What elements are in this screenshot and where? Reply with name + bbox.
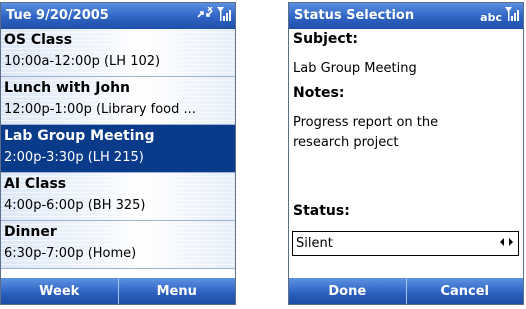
softkey-bar: Done Cancel [289, 278, 523, 304]
appointment-subject: Lunch with John [4, 80, 131, 96]
notes-line-1: Progress report on the [293, 115, 439, 130]
subject-label: Subject: [293, 31, 358, 47]
status-select-value: Silent [296, 236, 333, 251]
menu-softkey[interactable]: Menu [117, 278, 236, 304]
appointment-item-lunch[interactable]: Lunch with John 12:00p-1:00p (Library fo… [1, 77, 235, 125]
appointment-list: OS Class 10:00a-12:00p (LH 102) Lunch wi… [1, 29, 235, 278]
appointment-subject: OS Class [4, 32, 73, 48]
appointment-time: 12:00p-1:00p (Library food ... [4, 102, 196, 117]
status-form: Subject: Lab Group Meeting Notes: Progre… [289, 29, 523, 278]
appointment-subject: Lab Group Meeting [4, 128, 155, 144]
appointment-subject: Dinner [4, 224, 57, 240]
input-mode-indicator[interactable]: abc [480, 11, 502, 25]
status-selection-title: Status Selection [294, 8, 415, 23]
appointment-item-os-class[interactable]: OS Class 10:00a-12:00p (LH 102) [1, 29, 235, 77]
status-title-bar: Status Selection abc [289, 3, 523, 29]
appointment-item-lab-group-meeting[interactable]: Lab Group Meeting 2:00p-3:30p (LH 215) [1, 125, 235, 173]
status-spinner-arrows[interactable] [500, 238, 513, 246]
appointment-time: 2:00p-3:30p (LH 215) [4, 150, 144, 165]
calendar-screen: Tue 9/20/2005 OS Class 10:00a-12:00p (LH… [0, 2, 236, 305]
appointment-item-dinner[interactable]: Dinner 6:30p-7:00p (Home) [1, 221, 235, 269]
status-label: Status: [293, 203, 350, 219]
status-icons: abc [480, 7, 519, 25]
next-arrow-icon[interactable] [509, 238, 513, 246]
previous-arrow-icon[interactable] [500, 238, 504, 246]
appointment-time: 10:00a-12:00p (LH 102) [4, 54, 161, 69]
subject-value: Lab Group Meeting [293, 61, 417, 76]
status-icons [196, 5, 231, 25]
softkey-bar: Week Menu [1, 278, 235, 304]
notes-label: Notes: [293, 85, 345, 101]
done-softkey[interactable]: Done [289, 278, 406, 304]
sync-disconnected-icon[interactable] [196, 6, 214, 25]
calendar-date-title: Tue 9/20/2005 [6, 8, 109, 23]
appointment-item-ai-class[interactable]: AI Class 4:00p-6:00p (BH 325) [1, 173, 235, 221]
cancel-softkey[interactable]: Cancel [405, 278, 524, 304]
appointment-time: 6:30p-7:00p (Home) [4, 246, 137, 261]
appointment-time: 4:00p-6:00p (BH 325) [4, 198, 146, 213]
notes-line-2: research project [293, 135, 399, 150]
signal-strength-icon[interactable] [217, 5, 231, 25]
appointment-subject: AI Class [4, 176, 67, 192]
calendar-title-bar: Tue 9/20/2005 [1, 3, 235, 29]
week-softkey[interactable]: Week [1, 278, 118, 304]
status-selection-screen: Status Selection abc Subject: Lab Group … [288, 2, 524, 305]
status-select[interactable]: Silent [292, 231, 519, 256]
signal-strength-icon[interactable] [505, 5, 519, 25]
